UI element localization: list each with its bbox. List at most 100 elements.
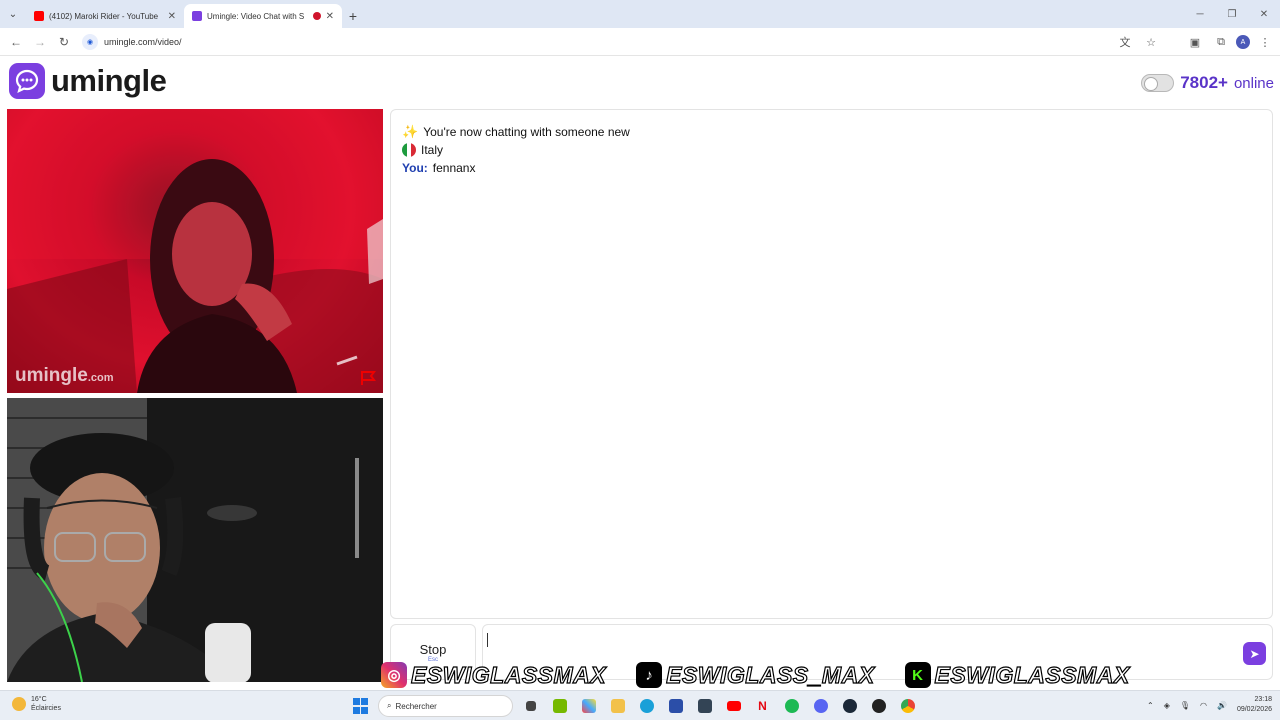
tab-label: Umingle: Video Chat with S [207,11,305,21]
chrome-icon[interactable] [896,695,919,717]
handle-text: ESWIGLASSMAX [934,661,1130,688]
message-text: fennanx [432,161,476,175]
social-handle-kick: K ESWIGLASSMAX [904,661,1130,689]
search-placeholder: Rechercher [395,701,437,711]
xbox-app-icon[interactable] [693,695,716,717]
tab-youtube[interactable]: (4102) Maroki Rider - YouTube ✕ [26,4,184,28]
site-header: umingle 7802+ online [0,56,1280,108]
self-video-frame [7,398,383,682]
taskbar-apps: ⌕ Rechercher N [350,694,919,718]
chat-panel: ✨ You're now chatting with someone new I… [390,109,1273,619]
country-text: Italy [421,143,444,157]
reload-icon[interactable]: ↻ [52,35,76,49]
system-message-text: You're now chatting with someone new [423,125,630,139]
forward-icon[interactable]: → [28,35,52,49]
system-tray: ⌃ ◈ 🎙 ◠ 🔊 23:18 09/02/2026 [1147,695,1272,715]
sparkle-icon: ✨ [402,124,419,139]
country-message: Italy [402,141,1261,159]
umingle-icon [192,11,202,21]
extension-icon[interactable]: ▣ [1184,31,1206,53]
address-bar: ← → ↻ ◉ umingle.com/video/ 文 ☆ ▣ ⧉ A ⋮ [0,28,1280,56]
weather-text: Éclaircies [31,705,61,712]
url-text: umingle.com/video/ [104,36,182,47]
close-window-icon[interactable]: ✕ [1248,0,1280,28]
handle-text: ESWIGLASSMAX [410,661,607,688]
theme-toggle[interactable] [1141,74,1175,92]
back-icon[interactable]: ← [4,35,28,49]
maximize-icon[interactable]: ❐ [1216,0,1248,28]
recording-indicator-icon [312,12,321,20]
close-tab-icon[interactable]: ✕ [326,11,334,22]
calculator-icon[interactable] [664,695,687,717]
youtube-icon[interactable] [722,695,745,717]
instagram-icon: ◎ [381,662,407,688]
steam-icon[interactable] [838,695,861,717]
date: 09/02/2026 [1236,706,1272,713]
youtube-icon [34,11,44,21]
windows-start-icon[interactable] [350,695,372,717]
social-handle-tiktok: ♪ ESWIGLASS_MAX [636,661,875,689]
chat-message: You: fennanx [402,159,1261,177]
close-tab-icon[interactable]: ✕ [168,11,176,22]
stranger-video: umingle.com [7,109,383,393]
task-view-icon[interactable] [519,695,542,717]
weather-widget[interactable]: 16°C Éclaircies [12,695,61,713]
browser-toolbar: 文 ☆ ▣ ⧉ A ⋮ [1114,28,1276,56]
microphone-icon[interactable]: 🎙 [1180,701,1190,710]
minimize-icon[interactable]: ─ [1184,0,1216,28]
window-controls: ─ ❐ ✕ [1184,0,1280,28]
watermark-suffix: .com [87,372,114,384]
menu-kebab-icon[interactable]: ⋮ [1254,31,1276,53]
tab-list-button[interactable]: ⌄ [0,0,26,28]
social-overlay: ◎ ESWIGLASSMAX ♪ ESWIGLASS_MAX K ESWIGLA… [381,660,1160,690]
search-icon: ⌕ [387,701,392,710]
colorful-app-icon[interactable] [577,695,600,717]
logo-text: umingle [51,63,167,98]
site-logo[interactable]: umingle [9,63,167,99]
weather-sun-icon [12,697,26,711]
handle-text: ESWIGLASS_MAX [666,661,875,688]
taskbar-search[interactable]: ⌕ Rechercher [378,695,513,717]
italy-flag-icon [402,143,416,157]
send-button[interactable]: ➤ [1243,642,1266,665]
tab-label: (4102) Maroki Rider - YouTube [49,11,159,21]
bookmark-star-icon[interactable]: ☆ [1140,31,1162,53]
stop-label: Stop [419,641,447,657]
self-video [7,398,383,682]
temperature: 16°C [31,696,47,703]
clock[interactable]: 23:18 09/02/2026 [1237,695,1272,715]
new-tab-button[interactable]: + [342,4,364,28]
translate-icon[interactable]: 文 [1114,31,1136,53]
discord-icon[interactable] [809,695,832,717]
spotify-icon[interactable] [780,695,803,717]
online-counter: 7802+ online [1141,73,1274,93]
network-icon[interactable]: ◈ [1164,701,1170,710]
system-message: ✨ You're now chatting with someone new [402,123,1261,141]
extensions-puzzle-icon[interactable]: ⧉ [1210,31,1232,53]
tiktok-icon: ♪ [636,662,663,688]
browser-tab-bar: ⌄ (4102) Maroki Rider - YouTube ✕ Umingl… [0,0,1280,28]
watermark-text: umingle [15,365,88,386]
online-label: online [1233,74,1274,92]
profile-avatar[interactable]: A [1236,35,1250,49]
nvidia-icon[interactable] [548,695,571,717]
stranger-video-frame [7,109,383,393]
netflix-icon[interactable]: N [751,695,774,717]
report-flag-icon[interactable] [359,370,377,386]
site-info-icon[interactable]: ◉ [82,33,98,50]
kick-icon: K [904,662,931,688]
tab-umingle[interactable]: Umingle: Video Chat with S ✕ [184,4,342,28]
wifi-icon[interactable]: ◠ [1200,701,1207,710]
chevron-up-icon[interactable]: ⌃ [1147,701,1154,710]
github-icon[interactable] [867,695,890,717]
text-cursor [487,633,488,647]
file-explorer-icon[interactable] [606,695,629,717]
chat-bubble-logo-icon [9,63,45,99]
edge-icon[interactable] [635,695,658,717]
online-count: 7802+ [1180,73,1228,92]
time: 23:18 [1254,696,1272,703]
social-handle-instagram: ◎ ESWIGLASSMAX [381,661,607,689]
volume-icon[interactable]: 🔊 [1217,701,1227,710]
umingle-watermark: umingle.com [15,365,114,387]
url-field[interactable]: ◉ umingle.com/video/ [82,32,182,52]
